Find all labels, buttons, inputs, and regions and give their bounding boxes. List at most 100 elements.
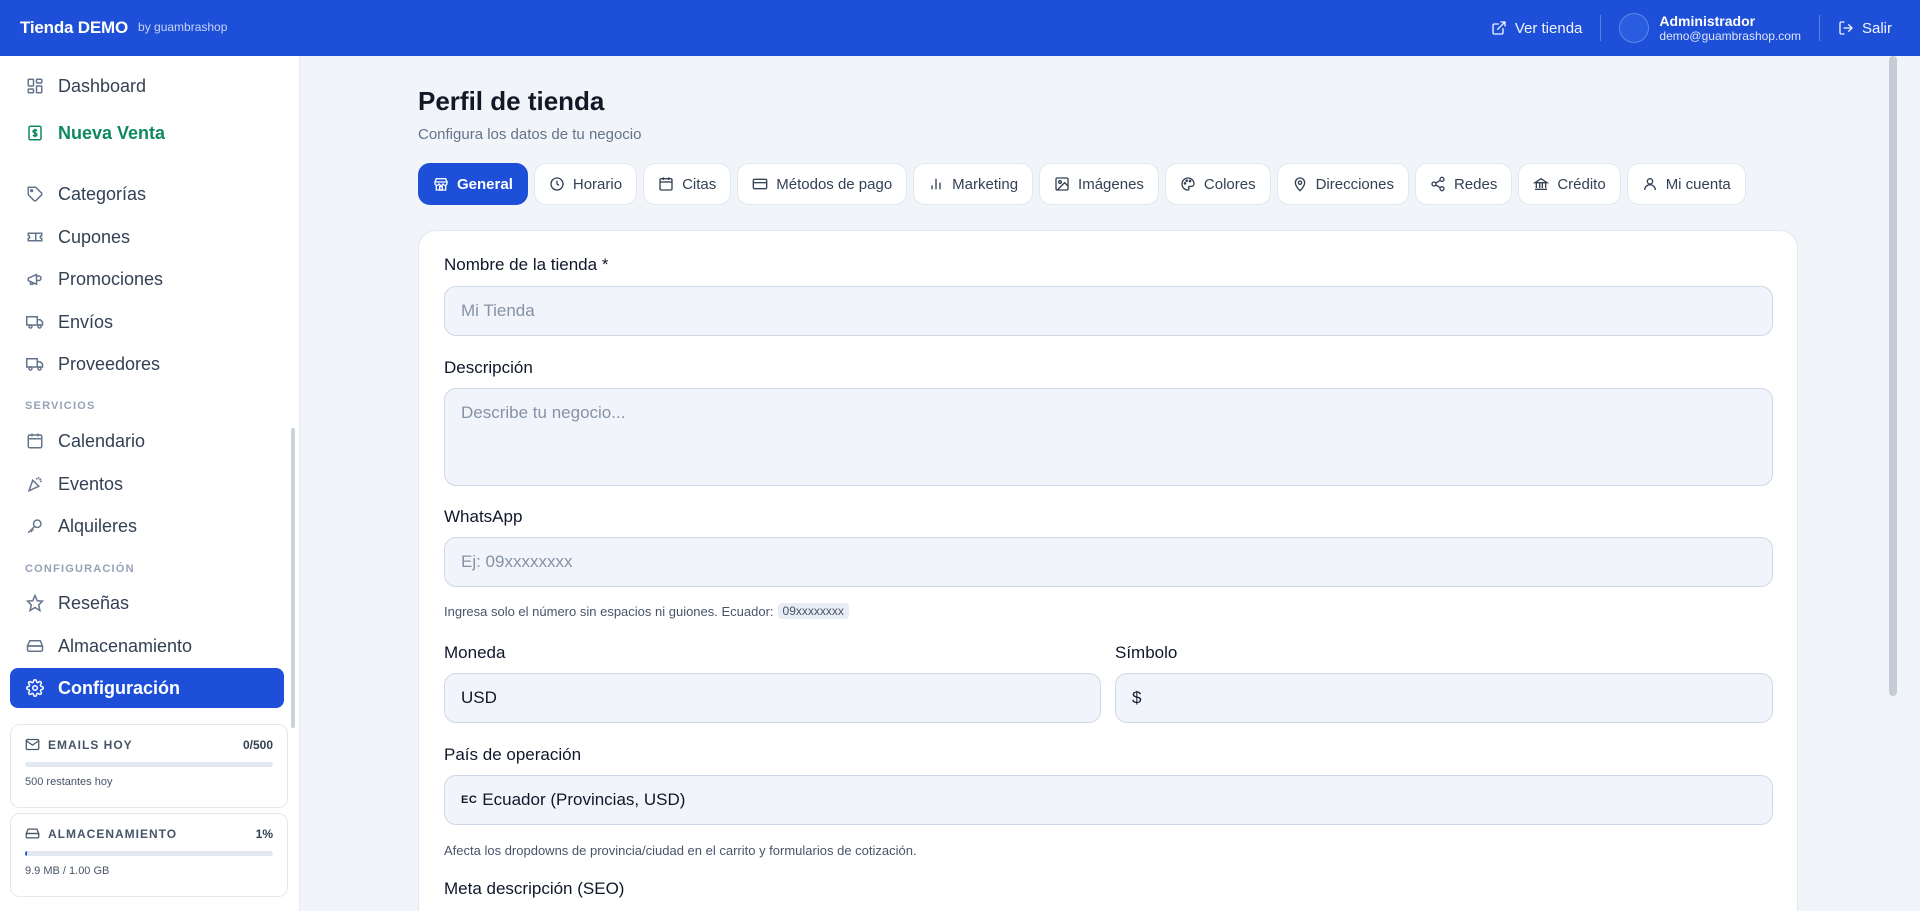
section-config: CONFIGURACIÓN (25, 563, 135, 575)
main-content: Perfil de tienda Configura los datos de … (300, 56, 1900, 911)
sidebar-item-dashboard[interactable]: Dashboard (10, 66, 284, 106)
tab-redes[interactable]: Redes (1414, 163, 1513, 205)
storage-widget: ALMACENAMIENTO 1% 9.9 MB / 1.00 GB (10, 813, 288, 897)
sidebar-item-label: Almacenamiento (58, 635, 193, 656)
tab-label: Marketing (952, 175, 1019, 193)
dashboard-icon (27, 78, 43, 94)
tab-label: Direcciones (1315, 175, 1394, 193)
logout-label: Salir (1861, 19, 1892, 37)
view-store-label: Ver tienda (1514, 19, 1583, 37)
tab-credito[interactable]: Crédito (1518, 163, 1621, 205)
sidebar-item-configuracion[interactable]: Configuración (10, 668, 284, 708)
sidebar-item-alquileres[interactable]: Alquileres (10, 506, 284, 546)
tab-metodos-de-pago[interactable]: Métodos de pago (737, 163, 908, 205)
tab-general[interactable]: General (418, 163, 528, 205)
party-icon (27, 477, 43, 493)
key-icon (27, 519, 42, 534)
storage-widget-count: 1% (255, 826, 273, 841)
tab-horario[interactable]: Horario (533, 163, 638, 205)
sidebar-item-calendario[interactable]: Calendario (10, 421, 284, 461)
sidebar-item-cupones[interactable]: Cupones (10, 217, 284, 257)
country-label: País de operación (444, 745, 582, 764)
tab-citas[interactable]: Citas (643, 163, 732, 205)
store-name-label: Nombre de la tienda * (444, 255, 609, 274)
sidebar-item-eventos[interactable]: Eventos (10, 464, 284, 504)
tab-label: Horario (572, 175, 623, 193)
storage-progress-fill (25, 851, 28, 856)
tag-icon (27, 186, 43, 202)
palette-icon (1181, 177, 1195, 191)
sidebar-item-resenas[interactable]: Reseñas (10, 583, 284, 623)
truck-icon (26, 316, 44, 329)
description-textarea[interactable]: Describe tu negocio... (444, 388, 1773, 486)
storage-progress-bar (25, 851, 273, 856)
whatsapp-input[interactable]: Ej: 09xxxxxxxx (444, 537, 1773, 587)
ticket-icon (27, 232, 43, 242)
country-hint: Afecta los dropdowns de provincia/ciudad… (444, 843, 917, 858)
bar-chart-icon (931, 178, 941, 190)
view-store-link[interactable]: Ver tienda (1473, 20, 1601, 37)
tab-imagenes[interactable]: Imágenes (1039, 163, 1159, 205)
tab-mi-cuenta[interactable]: Mi cuenta (1626, 163, 1746, 205)
dollar-icon (28, 125, 42, 141)
sidebar-item-categorias[interactable]: Categorías (10, 174, 284, 214)
credit-card-icon (752, 178, 768, 190)
tab-label: Mi cuenta (1665, 175, 1731, 193)
emails-widget-footer: 500 restantes hoy (25, 776, 113, 788)
tab-label: Redes (1453, 175, 1498, 193)
image-icon (1055, 177, 1069, 191)
sidebar-item-label: Cupones (58, 226, 131, 247)
sidebar-item-proveedores[interactable]: Proveedores (10, 344, 284, 384)
sidebar-item-promociones[interactable]: Promociones (10, 259, 284, 299)
seo-label: Meta descripción (SEO) (444, 879, 625, 898)
country-select[interactable]: EC Ecuador (Provincias, USD) (444, 775, 1773, 825)
tab-label: General (457, 175, 513, 193)
user-email: demo@guambrashop.com (1659, 29, 1801, 43)
whatsapp-label: WhatsApp (444, 507, 523, 526)
currency-input[interactable]: USD (444, 673, 1101, 723)
star-icon (26, 594, 44, 612)
description-label: Descripción (444, 358, 533, 377)
sidebar-item-label: Calendario (58, 430, 146, 451)
map-pin-icon (1294, 177, 1305, 192)
logout-button[interactable]: Salir (1820, 20, 1900, 37)
drive-icon (26, 640, 44, 652)
settings-tabs: General Horario Citas Métodos de pago Ma… (418, 163, 1746, 205)
symbol-input[interactable]: $ (1115, 673, 1773, 723)
sidebar-item-label: Proveedores (58, 353, 161, 374)
mail-icon (25, 738, 40, 751)
bank-icon (1533, 177, 1550, 190)
emails-widget: EMAILS HOY 0/500 500 restantes hoy (10, 724, 288, 808)
user-name: Administrador (1659, 13, 1756, 29)
whatsapp-hint: Ingresa solo el número sin espacios ni g… (444, 603, 849, 619)
sidebar-item-envios[interactable]: Envíos (10, 302, 284, 342)
tab-direcciones[interactable]: Direcciones (1276, 163, 1409, 205)
currency-label: Moneda (444, 643, 506, 662)
tab-colores[interactable]: Colores (1164, 163, 1271, 205)
drive-icon (25, 828, 40, 839)
tab-label: Colores (1203, 175, 1256, 193)
calendar-icon (27, 433, 43, 449)
truck-icon (26, 358, 44, 371)
tab-label: Imágenes (1078, 175, 1144, 193)
sidebar-item-label: Reseñas (58, 592, 130, 613)
ecuador-flag-icon: EC (461, 794, 478, 806)
user-menu[interactable]: Administrador demo@guambrashop.com (1601, 13, 1819, 43)
general-form-card: Nombre de la tienda * Mi Tienda Descripc… (418, 230, 1798, 911)
country-select-value: Ecuador (Provincias, USD) (482, 790, 686, 809)
storage-widget-title: ALMACENAMIENTO (48, 826, 178, 841)
store-name-input[interactable]: Mi Tienda (444, 286, 1773, 336)
sidebar-scrollbar[interactable] (291, 428, 295, 728)
sidebar-item-nueva-venta[interactable]: Nueva Venta (10, 113, 284, 153)
sidebar-item-almacenamiento[interactable]: Almacenamiento (10, 626, 284, 666)
sidebar-item-label: Eventos (58, 473, 124, 494)
storage-widget-footer: 9.9 MB / 1.00 GB (25, 865, 110, 877)
sidebar-item-label: Nueva Venta (58, 122, 166, 143)
page-scrollbar[interactable] (1889, 56, 1897, 696)
brand-name[interactable]: Tienda DEMO (20, 18, 128, 38)
share-icon (1431, 176, 1445, 192)
whatsapp-hint-code: 09xxxxxxxx (777, 603, 849, 619)
brand-by: by guambrashop (138, 20, 228, 34)
tab-marketing[interactable]: Marketing (913, 163, 1034, 205)
avatar (1619, 13, 1650, 43)
